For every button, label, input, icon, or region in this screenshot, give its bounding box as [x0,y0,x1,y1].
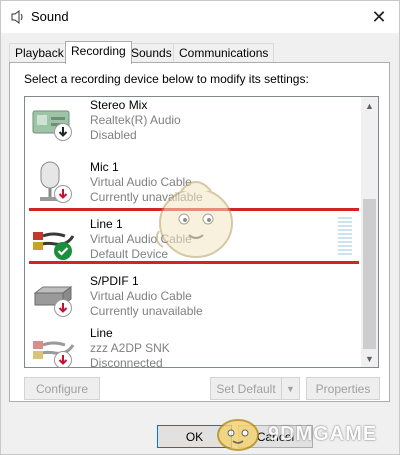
configure-button[interactable]: Configure [24,377,100,400]
tab-label: Recording [71,44,126,58]
checkmark-badge-icon [54,242,72,260]
close-icon: ✕ [371,6,387,27]
device-status: Currently unavailable [90,304,203,318]
list-item-line[interactable]: Line zzz A2DP SNK Disconnected [25,320,362,368]
arrow-down-badge-icon [54,185,72,203]
device-status: Disabled [90,128,137,142]
device-driver: Virtual Audio Cable [90,289,192,303]
tab-communications[interactable]: Communications [173,43,275,63]
level-meter [338,217,354,261]
scroll-thumb[interactable] [363,199,376,349]
device-name: S/PDIF 1 [90,274,139,288]
tab-recording[interactable]: Recording [65,41,132,64]
arrow-down-badge-icon [54,351,72,367]
properties-button[interactable]: Properties [306,377,380,400]
title-bar: Sound ✕ [1,1,399,33]
instruction-text: Select a recording device below to modif… [24,72,309,86]
tab-label: Playback [15,46,64,60]
scroll-down-icon[interactable]: ▼ [361,350,378,367]
watermark-text: 9DMGAME [268,423,378,445]
device-status: Disconnected [90,356,163,368]
set-default-label: Set Default [216,381,276,396]
tab-label: Communications [179,46,269,60]
set-default-button[interactable]: Set Default ▼ [210,377,300,400]
tab-label: Sounds [131,46,172,60]
scroll-up-icon[interactable]: ▲ [361,97,378,114]
list-item-stereo-mix[interactable]: Stereo Mix Realtek(R) Audio Disabled [25,97,362,149]
device-name: Stereo Mix [90,98,148,112]
speaker-icon [11,10,23,24]
device-name: Line 1 [90,217,123,231]
vertical-scrollbar[interactable]: ▲ ▼ [361,97,378,367]
device-name: Line [90,326,113,340]
arrow-down-badge-icon [54,123,72,141]
watermark-mascot-small-icon [217,419,259,451]
chevron-down-icon[interactable]: ▼ [281,378,299,399]
device-driver: Realtek(R) Audio [90,113,181,127]
list-item-spdif-1[interactable]: S/PDIF 1 Virtual Audio Cable Currently u… [25,268,362,325]
device-name: Mic 1 [90,160,119,174]
sound-dialog: Sound ✕ Playback Recording Sounds Commun… [0,0,400,455]
window-title: Sound [31,9,69,24]
watermark-logo: 9DMGAME [213,411,393,451]
tab-sounds[interactable]: Sounds [125,43,178,63]
tab-playback[interactable]: Playback [9,43,70,63]
watermark-mascot-icon [155,181,233,258]
device-driver: zzz A2DP SNK [90,341,170,355]
arrow-down-badge-icon [54,299,72,317]
close-button[interactable]: ✕ [359,1,399,33]
